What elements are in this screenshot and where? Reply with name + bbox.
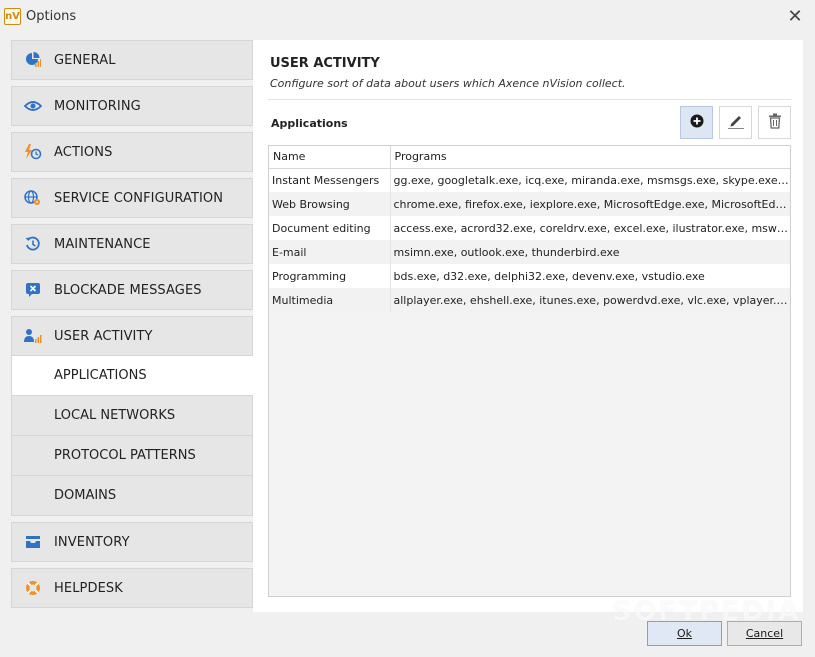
lifebuoy-icon xyxy=(12,580,54,596)
sidebar-item-label: INVENTORY xyxy=(54,534,130,550)
cell-programs: chrome.exe, firefox.exe, iexplore.exe, M… xyxy=(390,192,790,216)
cell-name: Web Browsing xyxy=(269,192,391,216)
sidebar-subitem-local-networks[interactable]: LOCAL NETWORKS xyxy=(11,396,253,436)
add-button[interactable] xyxy=(680,106,713,139)
table-header-row: Name Programs xyxy=(269,146,790,169)
chart-pie-icon xyxy=(12,52,54,68)
cell-programs: access.exe, acrord32.exe, coreldrv.exe, … xyxy=(390,216,790,240)
page-description: Configure sort of data about users which… xyxy=(270,77,626,90)
sidebar: GENERAL MONITORING ACTIONS SERVICE CONFI… xyxy=(11,40,254,614)
table-row[interactable]: Document editing access.exe, acrord32.ex… xyxy=(269,216,790,240)
eye-icon xyxy=(12,100,54,112)
message-x-icon xyxy=(12,282,54,298)
user-chart-icon xyxy=(12,328,54,344)
ok-button[interactable]: Ok xyxy=(647,621,722,646)
add-icon[interactable] xyxy=(690,114,704,131)
sidebar-item-inventory[interactable]: INVENTORY xyxy=(11,522,253,562)
column-header-programs[interactable]: Programs xyxy=(390,146,790,169)
sidebar-item-label: GENERAL xyxy=(54,52,116,68)
globe-gear-icon xyxy=(12,190,54,206)
sidebar-subitem-applications[interactable]: APPLICATIONS xyxy=(11,356,254,396)
sidebar-item-label: MONITORING xyxy=(54,98,141,114)
sidebar-subitem-domains[interactable]: DOMAINS xyxy=(11,476,253,516)
table-row[interactable]: Programming bds.exe, d32.exe, delphi32.e… xyxy=(269,264,790,288)
cell-programs: gg.exe, googletalk.exe, icq.exe, miranda… xyxy=(390,168,790,192)
cell-name: Instant Messengers xyxy=(269,168,391,192)
inbox-icon xyxy=(12,535,54,549)
sidebar-item-user-activity[interactable]: USER ACTIVITY xyxy=(11,316,253,356)
cell-name: E-mail xyxy=(269,240,391,264)
table-row[interactable]: Web Browsing chrome.exe, firefox.exe, ie… xyxy=(269,192,790,216)
divider xyxy=(268,99,791,100)
sidebar-item-helpdesk[interactable]: HELPDESK xyxy=(11,568,253,608)
sidebar-item-blockade-messages[interactable]: BLOCKADE MESSAGES xyxy=(11,270,253,310)
sidebar-item-maintenance[interactable]: MAINTENANCE xyxy=(11,224,253,264)
sidebar-item-service-configuration[interactable]: SERVICE CONFIGURATION xyxy=(11,178,253,218)
applications-table[interactable]: Name Programs Instant Messengers gg.exe,… xyxy=(268,145,791,597)
cell-name: Programming xyxy=(269,264,391,288)
sidebar-item-label: BLOCKADE MESSAGES xyxy=(54,282,202,298)
section-label: Applications xyxy=(271,117,348,130)
cell-name: Multimedia xyxy=(269,288,391,312)
trash-icon[interactable] xyxy=(768,113,782,132)
cell-name: Document editing xyxy=(269,216,391,240)
sidebar-subitem-protocol-patterns[interactable]: PROTOCOL PATTERNS xyxy=(11,436,253,476)
table-row[interactable]: Instant Messengers gg.exe, googletalk.ex… xyxy=(269,168,790,192)
table-row[interactable]: E-mail msimn.exe, outlook.exe, thunderbi… xyxy=(269,240,790,264)
sidebar-item-label: MAINTENANCE xyxy=(54,236,151,252)
content-panel: USER ACTIVITY Configure sort of data abo… xyxy=(253,40,803,612)
cancel-button[interactable]: Cancel xyxy=(727,621,802,646)
cell-programs: msimn.exe, outlook.exe, thunderbird.exe xyxy=(390,240,790,264)
page-title: USER ACTIVITY xyxy=(270,56,380,71)
sidebar-item-actions[interactable]: ACTIONS xyxy=(11,132,253,172)
sidebar-group-user-activity: USER ACTIVITY APPLICATIONS LOCAL NETWORK… xyxy=(11,316,254,516)
sidebar-item-general[interactable]: GENERAL xyxy=(11,40,253,80)
sidebar-item-label: SERVICE CONFIGURATION xyxy=(54,190,224,206)
bolt-clock-icon xyxy=(12,144,54,160)
sidebar-item-label: ACTIONS xyxy=(54,144,113,160)
sidebar-item-label: USER ACTIVITY xyxy=(54,328,153,344)
edit-button[interactable] xyxy=(719,106,752,139)
cell-programs: allplayer.exe, ehshell.exe, itunes.exe, … xyxy=(390,288,790,312)
table-row[interactable]: Multimedia allplayer.exe, ehshell.exe, i… xyxy=(269,288,790,312)
edit-icon[interactable] xyxy=(727,113,745,132)
history-icon xyxy=(12,236,54,252)
close-icon[interactable]: ✕ xyxy=(787,6,802,27)
window-title: Options xyxy=(26,9,77,24)
column-header-name[interactable]: Name xyxy=(269,146,391,169)
sidebar-item-monitoring[interactable]: MONITORING xyxy=(11,86,253,126)
cell-programs: bds.exe, d32.exe, delphi32.exe, devenv.e… xyxy=(390,264,790,288)
title-bar: nV Options ✕ xyxy=(0,0,815,34)
delete-button[interactable] xyxy=(758,106,791,139)
sidebar-item-label: HELPDESK xyxy=(54,580,123,596)
app-logo: nV xyxy=(4,8,21,25)
close-button[interactable]: ✕ xyxy=(785,6,805,28)
